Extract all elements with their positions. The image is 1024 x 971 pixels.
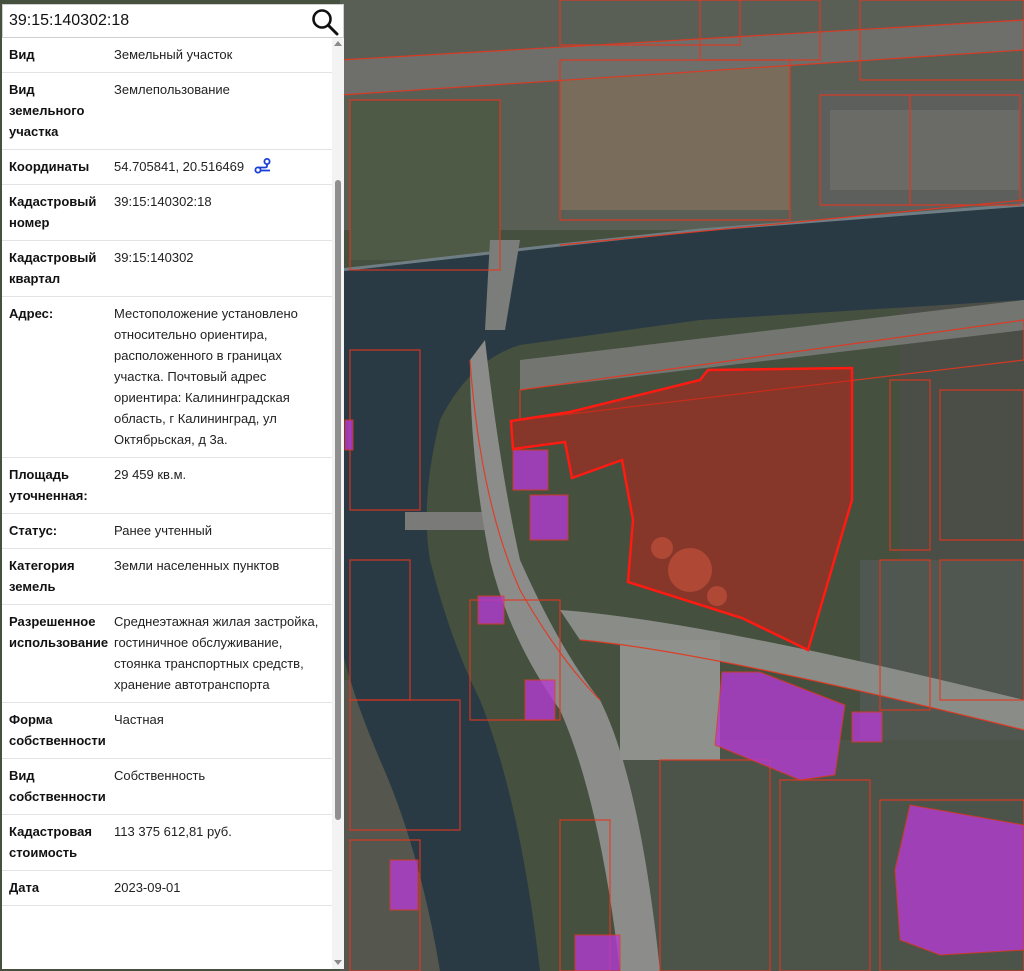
parcel-info-panel: Вид Земельный участок Вид земельного уча… — [2, 38, 344, 969]
info-row-ownership-type: Вид собственности Собственность — [2, 759, 332, 815]
info-value: 39:15:140302 — [114, 250, 194, 265]
info-value: 54.705841, 20.516469 — [114, 159, 245, 174]
info-value: 29 459 кв.м. — [114, 467, 187, 482]
info-key: Разрешенное использование — [9, 614, 109, 650]
scroll-down-arrow-icon[interactable] — [334, 960, 342, 965]
info-value: Землепользование — [114, 82, 230, 97]
info-key: Вид земельного участка — [9, 82, 85, 139]
info-key: Координаты — [9, 159, 90, 174]
info-row-address: Адрес: Местоположение установлено относи… — [2, 297, 332, 458]
info-key: Площадь уточненная: — [9, 467, 88, 503]
search-input[interactable] — [3, 5, 309, 37]
info-value: 113 375 612,81 руб. — [114, 824, 232, 839]
info-value: Собственность — [114, 768, 206, 783]
info-value: 39:15:140302:18 — [114, 194, 212, 209]
scrollbar-thumb[interactable] — [335, 180, 341, 820]
info-key: Вид собственности — [9, 768, 106, 804]
info-value: Земельный участок — [114, 47, 233, 62]
info-key: Категория земель — [9, 558, 75, 594]
scroll-up-arrow-icon[interactable] — [334, 41, 342, 46]
info-key: Адрес: — [9, 306, 54, 321]
info-row-type: Вид Земельный участок — [2, 38, 332, 73]
info-key: Статус: — [9, 523, 58, 538]
info-row-land-category: Категория земель Земли населенных пункто… — [2, 549, 332, 605]
info-row-land-type: Вид земельного участка Землепользование — [2, 73, 332, 150]
info-key: Дата — [9, 880, 40, 895]
info-value: Частная — [114, 712, 164, 727]
info-key: Кадастровая стоимость — [9, 824, 92, 860]
info-key: Форма собственности — [9, 712, 106, 748]
info-value: 2023-09-01 — [114, 880, 181, 895]
info-key: Кадастровый квартал — [9, 250, 97, 286]
info-row-coordinates: Координаты 54.705841, 20.516469 — [2, 150, 332, 185]
info-row-date: Дата 2023-09-01 — [2, 871, 332, 906]
info-row-permitted-use: Разрешенное использование Среднеэтажная … — [2, 605, 332, 703]
info-value: Ранее учтенный — [114, 523, 212, 538]
search-bar — [2, 4, 344, 38]
info-value: Местоположение установлено относительно … — [114, 306, 298, 447]
info-row-cadastral-number: Кадастровый номер 39:15:140302:18 — [2, 185, 332, 241]
info-key: Кадастровый номер — [9, 194, 97, 230]
info-row-cadastral-value: Кадастровая стоимость 113 375 612,81 руб… — [2, 815, 332, 871]
info-row-cadastral-quarter: Кадастровый квартал 39:15:140302 — [2, 241, 332, 297]
info-value: Среднеэтажная жилая застройка, гостиничн… — [114, 614, 319, 692]
info-row-status: Статус: Ранее учтенный — [2, 514, 332, 549]
scrollbar[interactable] — [332, 38, 344, 969]
info-value: Земли населенных пунктов — [114, 558, 280, 573]
info-key: Вид — [9, 47, 35, 62]
info-row-area: Площадь уточненная: 29 459 кв.м. — [2, 458, 332, 514]
info-row-ownership-form: Форма собственности Частная — [2, 703, 332, 759]
route-icon[interactable] — [254, 158, 272, 174]
search-icon[interactable] — [311, 8, 339, 36]
